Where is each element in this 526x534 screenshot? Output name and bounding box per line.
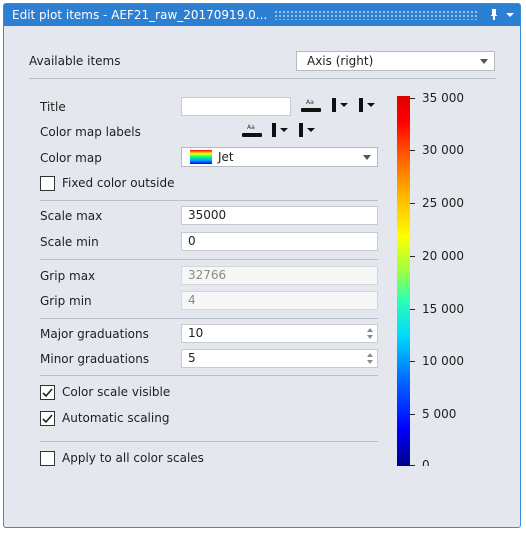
available-items-label: Available items [29,54,121,68]
title-bar[interactable]: Edit plot items - AEF21_raw_20170919.0..… [4,4,520,26]
text-align-icon[interactable] [297,121,317,139]
stepper-arrows[interactable] [365,351,375,366]
divider [40,318,378,319]
grip-max-label: Grip max [40,269,96,283]
chevron-down-icon[interactable] [504,7,516,22]
svg-text:Aa: Aa [247,124,255,131]
minor-graduations-value: 5 [188,351,196,365]
minor-graduations-label: Minor graduations [40,352,150,366]
caret-down-icon[interactable] [367,360,373,364]
jet-colormap-icon [190,150,212,164]
scale-max-input[interactable]: 35000 [181,206,378,225]
text-color-icon[interactable] [330,96,350,114]
scale-tick [410,414,415,415]
title-input[interactable] [181,97,291,116]
scale-tick [410,465,415,466]
scale-tick [410,309,415,310]
pin-icon[interactable] [488,7,500,22]
svg-text:Aa: Aa [306,99,314,106]
apply-all-checkbox[interactable] [40,451,55,466]
color-map-select[interactable]: Jet [181,147,378,167]
color-map-label: Color map [40,151,102,165]
caret-down-icon[interactable] [367,335,373,339]
color-scale-visible-label: Color scale visible [62,385,171,399]
grip-min-input: 4 [181,291,378,310]
major-graduations-label: Major graduations [40,327,149,341]
scale-tick [410,203,415,204]
scale-tick-label-15000: 15 000 [422,302,464,316]
caret-up-icon[interactable] [367,353,373,357]
apply-all-label: Apply to all color scales [62,451,204,465]
checkmark-icon [42,414,53,424]
divider [29,78,496,79]
scale-tick-label-35000: 35 000 [422,91,464,105]
caret-up-icon[interactable] [367,328,373,332]
checkmark-icon [42,388,53,398]
grip-min-label: Grip min [40,294,92,308]
scale-tick [410,98,415,99]
major-graduations-stepper[interactable]: 10 [181,324,378,343]
color-map-value: Jet [218,150,234,164]
grip-max-input: 32766 [181,266,378,285]
divider [40,375,378,376]
chevron-down-icon [480,59,488,64]
automatic-scaling-checkbox[interactable] [40,411,55,426]
color-scale-bar [397,96,410,466]
scale-tick [410,150,415,151]
automatic-scaling-label: Automatic scaling [62,411,170,425]
chevron-down-icon [363,155,371,160]
scale-min-label: Scale min [40,235,99,249]
title-grip [274,10,477,20]
scale-min-input[interactable]: 0 [181,232,378,251]
scale-tick-label-30000: 30 000 [422,143,464,157]
divider [40,259,378,260]
text-color-icon[interactable] [270,121,290,139]
available-items-value: Axis (right) [307,54,374,68]
color-scale-visible-checkbox[interactable] [40,385,55,400]
minor-graduations-stepper[interactable]: 5 [181,349,378,368]
fixed-color-outside-label: Fixed color outside [62,176,175,190]
scale-tick-label-0: 0 [422,458,430,466]
scale-tick [410,256,415,257]
available-items-select[interactable]: Axis (right) [296,51,495,71]
stepper-arrows[interactable] [365,326,375,341]
font-icon[interactable]: Aa [300,96,322,114]
scale-tick-label-5000: 5 000 [422,407,457,421]
major-graduations-value: 10 [188,326,204,340]
text-align-icon[interactable] [357,96,377,114]
font-icon[interactable]: Aa [241,121,263,139]
scale-tick [410,361,415,362]
divider [40,441,378,442]
window-title: Edit plot items - AEF21_raw_20170919.0..… [12,8,268,22]
scale-tick-label-25000: 25 000 [422,196,464,210]
divider [40,200,378,201]
fixed-color-outside-checkbox[interactable] [40,176,55,191]
title-label: Title [40,100,66,114]
scale-tick-label-20000: 20 000 [422,249,464,263]
scale-max-label: Scale max [40,209,103,223]
scale-tick-label-10000: 10 000 [422,354,464,368]
color-map-labels-label: Color map labels [40,125,141,139]
